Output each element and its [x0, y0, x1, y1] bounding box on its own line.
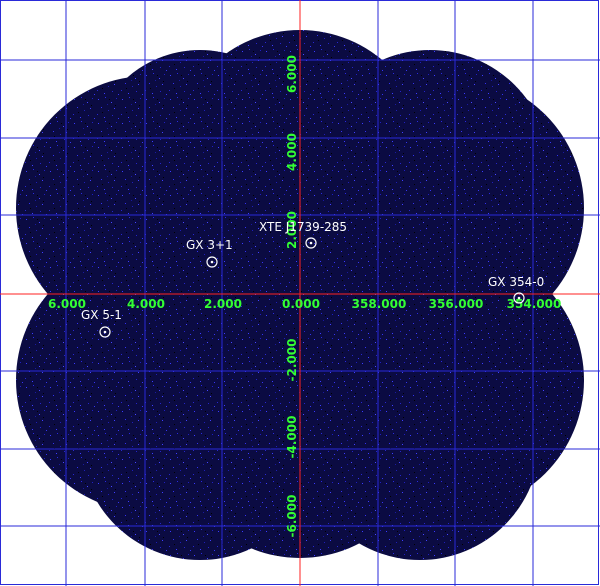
source-center-dot: [103, 330, 107, 334]
latitude-tick-label: -4.000: [285, 416, 299, 459]
longitude-tick-label: 356.000: [429, 297, 484, 311]
latitude-tick-label: -2.000: [285, 339, 299, 382]
longitude-tick-label: 2.000: [204, 297, 242, 311]
longitude-tick-label: 358.000: [352, 297, 407, 311]
latitude-tick-label: 4.000: [285, 133, 299, 171]
latitude-tick-label: 6.000: [285, 55, 299, 93]
source-center-dot: [309, 241, 313, 245]
exposure-disk: [310, 50, 550, 290]
source-label: GX 3+1: [186, 238, 233, 252]
sky-map[interactable]: 6.000 4.000 2.000 0.000 358.000 356.000 354.00…: [0, 0, 600, 586]
source-center-dot: [210, 260, 214, 264]
source-label: GX 354-0: [488, 275, 544, 289]
latitude-tick-label: -6.000: [285, 495, 299, 538]
exposure-disk: [90, 50, 310, 270]
exposure-disk: [300, 320, 540, 560]
source-label: XTE J1739-285: [259, 220, 347, 234]
exposure-disk: [80, 320, 320, 560]
sky-image-viewer[interactable]: 6.000 4.000 2.000 0.000 358.000 356.000 354.00…: [0, 0, 600, 586]
longitude-tick-label: 0.000: [282, 297, 320, 311]
source-label: GX 5-1: [81, 308, 122, 322]
longitude-tick-label: 4.000: [127, 297, 165, 311]
source-center-dot: [517, 296, 521, 300]
longitude-tick-label: 354.000: [507, 297, 562, 311]
